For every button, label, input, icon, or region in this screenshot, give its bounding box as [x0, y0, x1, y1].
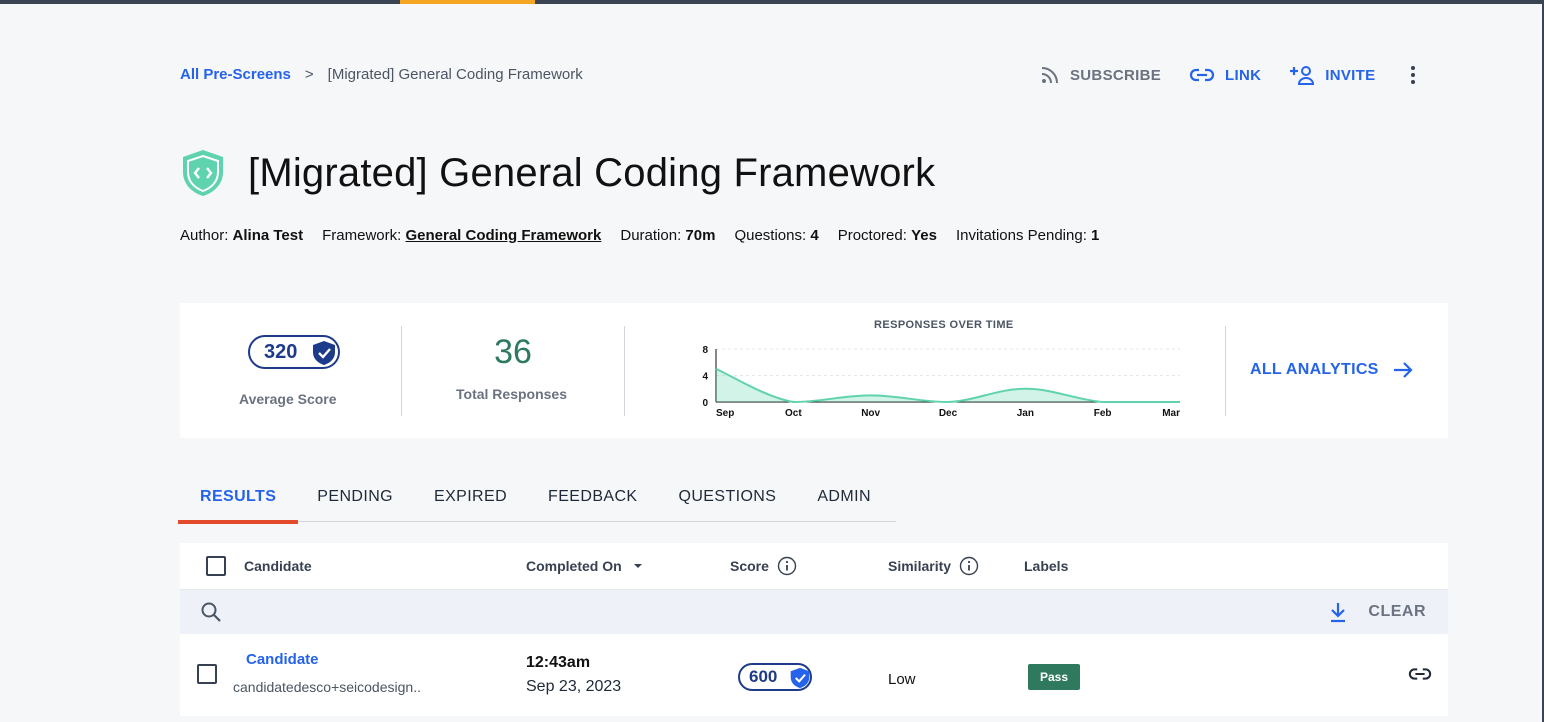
column-labels: Labels — [1024, 558, 1069, 574]
row-score-badge: 600 — [738, 663, 812, 691]
meta-author: Author: Alina Test — [180, 227, 304, 244]
all-analytics-link[interactable]: ALL ANALYTICS — [1250, 361, 1413, 379]
responses-chart: 8 4 0 Sep Oct Nov Dec Jan Feb Mar — [702, 345, 1180, 419]
table-row[interactable]: Candidate candidatedesco+seicodesign.. 1… — [180, 634, 1448, 716]
meta-invitations-pending: Invitations Pending: 1 — [955, 227, 1100, 244]
chart-x-tick-label: Feb — [1094, 408, 1112, 419]
chart-x-tick-label: Dec — [939, 408, 958, 419]
invite-button[interactable]: INVITE — [1289, 65, 1375, 85]
framework-link[interactable]: General Coding Framework — [405, 227, 601, 244]
stats-divider — [624, 326, 625, 416]
download-icon[interactable] — [1328, 601, 1348, 623]
results-tabs: RESULTS PENDING EXPIRED FEEDBACK QUESTIO… — [177, 478, 896, 524]
link-icon — [1190, 68, 1215, 82]
meta-questions: Questions: 4 — [734, 227, 819, 244]
tab-feedback[interactable]: FEEDBACK — [548, 478, 637, 522]
meta-proctored: Proctored: Yes — [837, 227, 937, 244]
chart-y-tick-label: 8 — [702, 345, 708, 356]
breadcrumb-root-link[interactable]: All Pre-Screens — [180, 66, 291, 83]
meta-framework: Framework: General Coding Framework — [322, 227, 602, 244]
rss-icon — [1041, 67, 1058, 84]
clear-filters-button[interactable]: CLEAR — [1368, 603, 1426, 621]
info-icon[interactable] — [777, 556, 797, 576]
verified-shield-icon — [313, 341, 335, 365]
chart-y-tick-label: 0 — [702, 398, 708, 409]
stats-card: 320 Average Score 36 Total Responses RES… — [180, 303, 1448, 438]
column-score[interactable]: Score — [730, 556, 797, 576]
code-shield-icon — [183, 150, 223, 196]
link-button[interactable]: LINK — [1189, 67, 1261, 84]
subscribe-label: SUBSCRIBE — [1070, 66, 1162, 84]
chart-title: RESPONSES OVER TIME — [874, 319, 1014, 331]
table-header: Candidate Completed On Score Similarity … — [180, 543, 1448, 589]
tab-questions[interactable]: QUESTIONS — [679, 478, 777, 522]
page-title: [Migrated] General Coding Framework — [248, 150, 936, 195]
average-score-value: 320 — [264, 340, 298, 363]
column-completed-on[interactable]: Completed On — [526, 558, 644, 574]
chart-x-tick-label: Mar — [1162, 408, 1180, 419]
add-user-icon — [1290, 66, 1315, 85]
top-bar — [0, 0, 1544, 4]
subscribe-button[interactable]: SUBSCRIBE — [1040, 65, 1161, 85]
meta-duration: Duration: 70m — [620, 227, 716, 244]
search-icon[interactable] — [200, 601, 222, 623]
top-bar-accent — [400, 0, 535, 4]
sort-down-icon — [633, 564, 642, 568]
arrow-right-icon — [1393, 362, 1413, 378]
chart-area — [716, 368, 1180, 402]
stats-divider — [1225, 326, 1226, 416]
breadcrumb: All Pre-Screens > [Migrated] General Cod… — [180, 66, 583, 83]
stats-divider — [401, 326, 402, 416]
select-all-checkbox[interactable] — [206, 556, 226, 576]
chart-x-tick-label: Jan — [1017, 408, 1034, 419]
page-header: [Migrated] General Coding Framework — [180, 148, 935, 198]
column-similarity[interactable]: Similarity — [888, 556, 979, 576]
chart-x-tick-label: Nov — [861, 408, 880, 419]
verified-shield-icon — [790, 667, 810, 689]
tab-expired[interactable]: EXPIRED — [434, 478, 507, 522]
candidate-name-link[interactable]: Candidate — [246, 651, 319, 668]
total-responses-label: Total Responses — [456, 386, 567, 402]
average-score-badge: 320 — [248, 335, 340, 369]
invite-label: INVITE — [1325, 66, 1376, 84]
header-actions: SUBSCRIBE LINK INVITE — [1040, 64, 1419, 86]
all-analytics-label: ALL ANALYTICS — [1250, 361, 1379, 378]
chart-y-tick-label: 4 — [702, 372, 708, 383]
breadcrumb-separator: > — [304, 66, 314, 83]
chart-x-tick-label: Sep — [716, 408, 734, 419]
info-icon[interactable] — [959, 556, 979, 576]
row-score-value: 600 — [749, 667, 778, 686]
results-table: Candidate Completed On Score Similarity … — [180, 543, 1448, 716]
similarity-value: Low — [888, 671, 916, 688]
total-responses-value: 36 — [494, 333, 532, 371]
chart-x-tick-label: Oct — [785, 408, 802, 419]
row-checkbox[interactable] — [197, 664, 217, 684]
chart-series-line — [715, 367, 1180, 404]
tab-admin[interactable]: ADMIN — [817, 478, 871, 522]
link-icon[interactable] — [1408, 667, 1432, 681]
average-score-label: Average Score — [239, 391, 337, 407]
prescreen-meta: Author: Alina Test Framework: General Co… — [180, 227, 1118, 244]
candidate-email: candidatedesco+seicodesign.. — [233, 679, 421, 695]
completed-time: 12:43am — [526, 654, 591, 671]
link-label: LINK — [1225, 66, 1262, 84]
tab-pending[interactable]: PENDING — [317, 478, 393, 522]
breadcrumb-current: [Migrated] General Coding Framework — [327, 66, 583, 83]
tab-results[interactable]: RESULTS — [177, 478, 299, 524]
column-candidate[interactable]: Candidate — [244, 558, 312, 574]
status-badge: Pass — [1028, 664, 1081, 690]
completed-date: Sep 23, 2023 — [526, 678, 622, 695]
more-options-icon[interactable] — [1407, 64, 1419, 86]
table-filter-row: CLEAR — [180, 589, 1448, 634]
